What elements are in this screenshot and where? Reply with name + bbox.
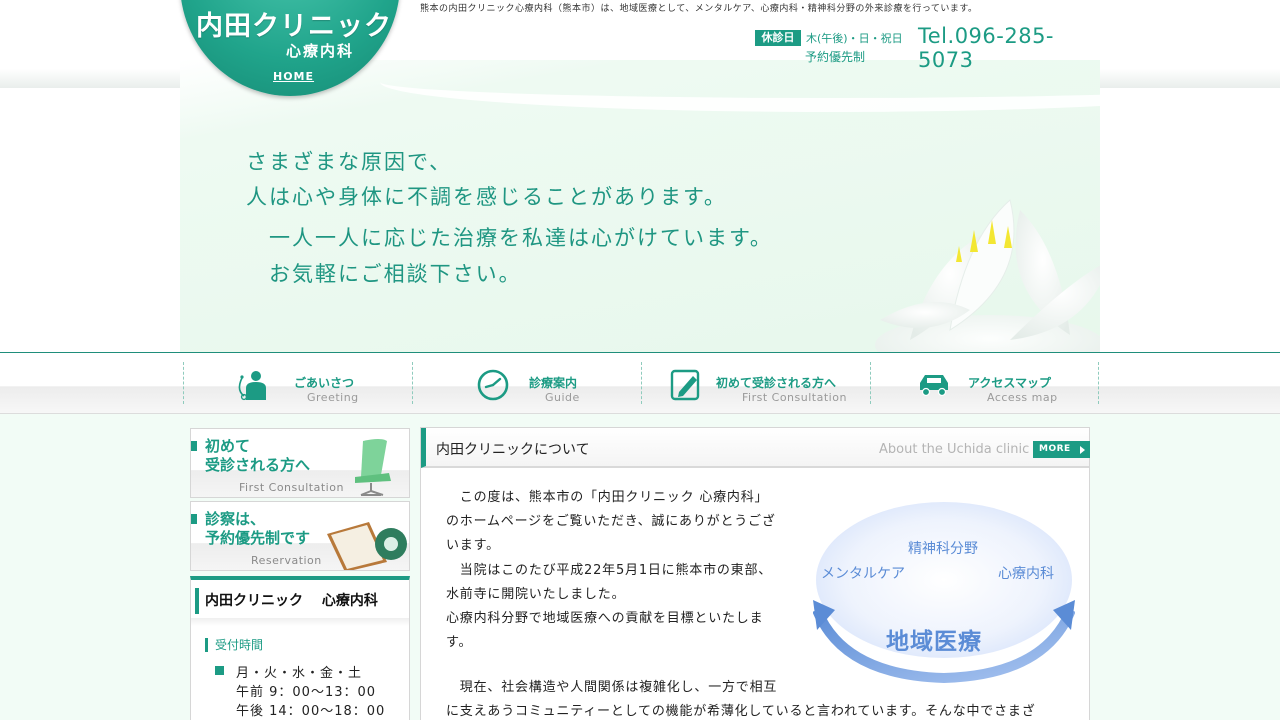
nav-access-map-en: Access map: [987, 391, 1058, 404]
nav-guide-label: 診療案内: [529, 376, 578, 390]
nav-first-consultation-label: 初めて受診される方へ: [716, 376, 837, 390]
about-paragraph-1: この度は、熊本市の「内田クリニック 心療内科」 のホームページをご覧いただき、誠…: [446, 486, 806, 655]
paragraph-line: 水前寺に開院いたしました。: [446, 586, 626, 602]
reception-hours-label: 受付時間: [205, 638, 263, 652]
banner2-line2: 予約優先制です: [205, 529, 311, 547]
paragraph-line: この度は、熊本市の「内田クリニック 心療内科」: [446, 490, 769, 505]
lotus-flower-image: [875, 199, 1100, 352]
nav-first-consultation[interactable]: 初めて受診される方へ First Consultation: [641, 362, 870, 404]
about-clinic-title: 内田クリニックについて: [436, 442, 590, 458]
car-icon: [920, 375, 948, 397]
first-consultation-banner[interactable]: 初めて 受診される方へ First Consultation: [190, 428, 410, 498]
diagram-psychiatry-label: 精神科分野: [908, 541, 978, 557]
clinic-info-title: 内田クリニック 心療内科: [195, 588, 405, 614]
nav-greeting-label: ごあいさつ: [294, 376, 355, 390]
paragraph-line: 心療内科分野で地域医療への貢献を目標といたしま: [446, 611, 764, 627]
pencil-note-icon: [670, 369, 700, 401]
nav-first-consultation-en: First Consultation: [742, 391, 847, 404]
reception-hours-pm: 午後 14：00〜18：00: [236, 704, 386, 719]
about-clinic-section: 内田クリニックについて About the Uchida clinic MORE…: [420, 427, 1090, 720]
clinic-info-divider: [191, 618, 409, 626]
clinic-info-box: 内田クリニック 心療内科 受付時間 月・火・水・金・土 午前 9：00〜13：0…: [190, 576, 410, 720]
arrow-right-icon: [1080, 446, 1085, 454]
closed-days-text: 木(午後)・日・祝日: [806, 32, 903, 45]
nav-guide-en: Guide: [545, 391, 580, 404]
nav-greeting-en: Greeting: [307, 391, 359, 404]
paragraph-line: に支えあうコミュニティーとしての機能が希薄化していると言われています。そんな中で…: [446, 704, 1036, 720]
reception-days: 月・火・水・金・土: [236, 666, 363, 681]
paragraph-line: す。: [446, 635, 473, 651]
doctor-icon: [238, 371, 266, 401]
logo-subtitle: 心療内科: [286, 42, 355, 60]
banner1-line2: 受診される方へ: [205, 456, 311, 474]
paragraph-line: います。: [446, 538, 500, 554]
banner2-line1: 診察は、: [205, 510, 266, 528]
closed-day-badge: 休診日: [755, 30, 801, 46]
hero-banner: さまざまな原因で、 人は心や身体に不調を感じることがあります。 一人一人に応じた…: [180, 60, 1100, 352]
reservation-banner-title: 診察は、 予約優先制です: [205, 510, 310, 548]
diagram-community-medicine-label: 地域医療: [886, 629, 982, 655]
home-link[interactable]: HOME: [273, 70, 314, 83]
nav-access-map-label: アクセスマップ: [968, 376, 1052, 390]
first-consultation-banner-title: 初めて 受診される方へ: [205, 437, 310, 475]
about-clinic-en-title: About the Uchida clinic: [879, 442, 1030, 457]
hero-text-line-4: お気軽にご相談下さい。: [269, 262, 522, 286]
nav-greeting[interactable]: ごあいさつ Greeting: [183, 362, 412, 404]
nav-guide[interactable]: 診療案内 Guide: [412, 362, 641, 404]
logo-title: 内田クリニック: [196, 11, 392, 42]
notebook-phone-icon: [327, 522, 407, 570]
hero-text-line-2: 人は心や身体に不調を感じることがあります。: [246, 185, 727, 209]
clinic-logo[interactable]: 内田クリニック 心療内科 HOME: [180, 0, 400, 96]
nav-access-map[interactable]: アクセスマップ Access map: [870, 362, 1099, 404]
reservation-banner[interactable]: 診察は、 予約優先制です Reservation: [190, 501, 410, 571]
diagram-mental-care-label: メンタルケア: [821, 566, 905, 582]
community-care-diagram: [813, 502, 1075, 684]
clock-icon: [477, 369, 509, 401]
more-button-label: MORE: [1039, 444, 1071, 454]
first-consultation-banner-en: First Consultation: [239, 481, 344, 494]
hero-text-line-3: 一人一人に応じた治療を私達は心がけています。: [269, 226, 773, 250]
site-intro-text: 熊本の内田クリニック心療内科（熊本市）は、地域医療として、メンタルケア、心療内科…: [420, 4, 978, 14]
page-container: さまざまな原因で、 人は心や身体に不調を感じることがあります。 一人一人に応じた…: [180, 0, 1100, 720]
paragraph-line: のホームページをご覧いただき、誠にありがとうござ: [446, 514, 776, 530]
about-clinic-header: 内田クリニックについて About the Uchida clinic MORE: [421, 428, 1090, 468]
banner1-line1: 初めて: [205, 437, 251, 455]
hero-text-line-1: さまざまな原因で、: [246, 150, 453, 174]
reservation-note: 予約優先制: [805, 50, 866, 64]
paragraph-line: 当院はこのたび平成22年5月1日に熊本市の東部、: [446, 562, 773, 578]
banner-accent-bar: [191, 441, 197, 451]
reception-hours-am: 午前 9：00〜13：00: [236, 685, 377, 700]
more-button[interactable]: MORE: [1033, 441, 1090, 458]
reservation-banner-en: Reservation: [251, 554, 322, 567]
diagram-psychosomatic-label: 心療内科: [998, 566, 1054, 582]
phone-number[interactable]: Tel.096-285-5073: [918, 24, 1100, 72]
banner-accent-bar: [191, 514, 197, 524]
hours-bullet-icon: [215, 666, 224, 675]
chair-icon: [355, 439, 391, 496]
